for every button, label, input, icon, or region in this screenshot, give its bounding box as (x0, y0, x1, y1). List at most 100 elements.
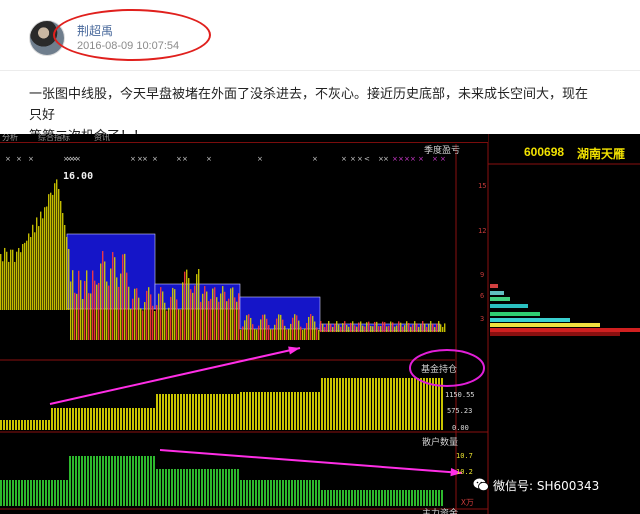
holders-count-bar (315, 480, 317, 506)
fund-holdings-bar (291, 392, 293, 430)
tab-analysis[interactable]: 分析 (2, 134, 18, 143)
holders-count-bar (369, 490, 371, 506)
tab-news[interactable]: 资讯 (94, 134, 110, 143)
price-bar (38, 226, 40, 310)
holders-count-bar (36, 480, 38, 506)
price-bar (90, 293, 92, 340)
holders-count-bar (291, 480, 293, 506)
price-bar (254, 329, 256, 340)
price-bar (80, 280, 82, 340)
price-tick-9: 9 (480, 271, 485, 279)
wechat-watermark: 微信号: SH600343 (473, 474, 599, 496)
holders-count-bar (150, 456, 152, 506)
event-marker: × (130, 155, 136, 163)
holders-count-bar (429, 490, 431, 506)
fund-holdings-bar (93, 408, 95, 430)
fund-holdings-bar (330, 378, 332, 430)
fund-holdings-bar (27, 420, 29, 430)
price-bar (126, 272, 128, 340)
event-marker: × (440, 155, 446, 163)
price-bar (426, 326, 428, 332)
holders-count-bar (228, 469, 230, 506)
fund-holdings-bar (9, 420, 11, 430)
fund-holdings-bar (165, 394, 167, 430)
holders-count-bar (186, 469, 188, 506)
price-bar (408, 323, 410, 332)
price-bar (240, 329, 242, 340)
holders-count-bar (309, 480, 311, 506)
event-marker: × (418, 155, 424, 163)
price-bar (104, 261, 106, 340)
price-bar (252, 324, 254, 340)
fund-holdings-bar (342, 378, 344, 430)
fund-holdings-bar (186, 394, 188, 430)
fund-holdings-bar (315, 392, 317, 430)
holders-count-bar (339, 490, 341, 506)
fund-holdings-bar (174, 394, 176, 430)
tab-indicators[interactable]: 综合指标 (38, 134, 70, 143)
fund-holdings-bar (246, 392, 248, 430)
fund-holdings-bar (249, 392, 251, 430)
fund-holdings-bar (120, 408, 122, 430)
price-bar (400, 322, 402, 332)
holders-count-bar (132, 456, 134, 506)
price-bar (146, 290, 148, 340)
holders-count-bar (198, 469, 200, 506)
holders-count-bar (255, 480, 257, 506)
price-bar (432, 324, 434, 332)
holders-count-bar (165, 469, 167, 506)
fund-holdings-bar (336, 378, 338, 430)
price-bar (422, 321, 424, 332)
price-bar (390, 321, 392, 332)
fund-holdings-bar (195, 394, 197, 430)
price-bar (112, 252, 114, 340)
price-bar (58, 189, 60, 310)
price-bar (214, 287, 216, 340)
fund-holdings-bar (369, 378, 371, 430)
volume-profile-bar (490, 304, 528, 308)
price-bar (200, 301, 202, 340)
price-bar (194, 285, 196, 340)
price-bar (134, 288, 136, 340)
price-bar (268, 325, 270, 340)
fund-holdings-bar (276, 392, 278, 430)
price-bar (2, 261, 4, 310)
price-bar (324, 326, 326, 332)
price-bar (346, 325, 348, 332)
holders-count-bar (300, 480, 302, 506)
price-bar (406, 321, 408, 332)
price-bar (262, 314, 264, 340)
price-bar (392, 322, 394, 332)
price-bar (442, 326, 444, 332)
fund-holdings-bar (306, 392, 308, 430)
price-bar (50, 192, 52, 310)
price-bar (204, 286, 206, 340)
price-bar (292, 317, 294, 340)
price-bar (334, 323, 336, 332)
fund-holdings-bar (279, 392, 281, 430)
holders-count-bar (285, 480, 287, 506)
event-marker: × (152, 155, 158, 163)
fund-holdings-bar (141, 408, 143, 430)
holders-count-bar (276, 480, 278, 506)
holders-count-bar (174, 469, 176, 506)
holders-count-bar (384, 490, 386, 506)
holders-count-bar (264, 480, 266, 506)
price-bar (374, 321, 376, 332)
price-bar (182, 282, 184, 340)
holders-count-bar (63, 480, 65, 506)
price-bar (300, 326, 302, 340)
fund-holdings-bar (318, 392, 320, 430)
fund-holdings-bar (192, 394, 194, 430)
holders-count-bar (411, 490, 413, 506)
price-bar (386, 326, 388, 332)
holders-count-bar (297, 480, 299, 506)
holders-count-bar (6, 480, 8, 506)
holders-count-bar (90, 456, 92, 506)
price-bar (20, 252, 22, 310)
price-bar (42, 218, 44, 310)
fund-holdings-bar (75, 408, 77, 430)
price-bar (74, 292, 76, 340)
price-bar (82, 298, 84, 340)
holders-count-bar (45, 480, 47, 506)
